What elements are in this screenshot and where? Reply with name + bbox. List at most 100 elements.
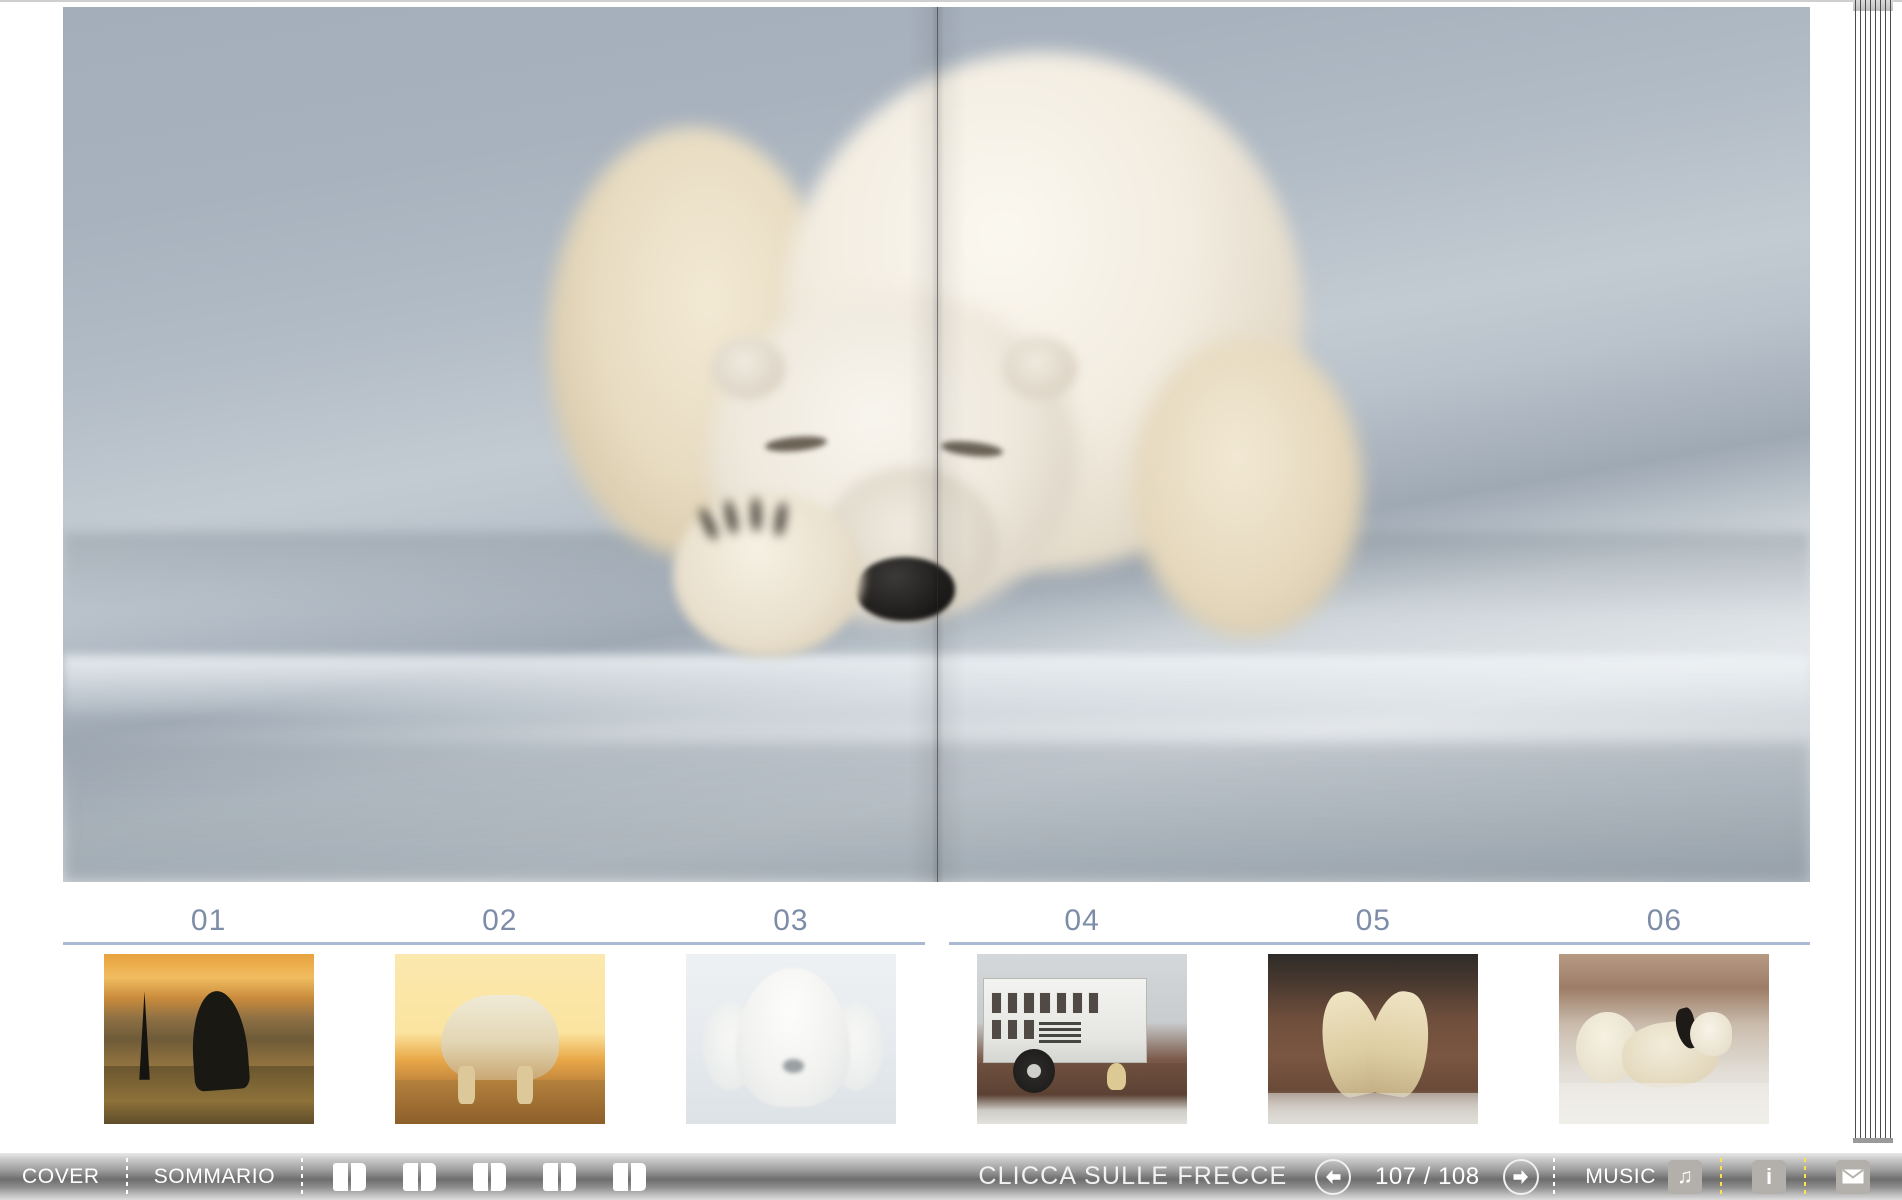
toolbar-separator (301, 1157, 304, 1196)
page-edge (1875, 0, 1876, 1143)
thumbnail-cell-01 (63, 954, 354, 1143)
page-spread-icon-2[interactable] (403, 1162, 437, 1191)
bear-claw (723, 499, 739, 535)
thumbnail-tundra-buggy (983, 977, 1148, 1063)
bottom-toolbar: COVER SOMMARIO CLICCA SULLE FRECCE 107 /… (0, 1153, 1902, 1200)
thumbnail-window (1039, 992, 1051, 1014)
thumbnail-bear-silhouette (188, 989, 250, 1092)
index-number-row: 01 02 03 04 05 06 (63, 882, 1810, 944)
page-edge-foot (1853, 1138, 1893, 1143)
thumbnail-window (1071, 992, 1084, 1014)
info-glyph: i (1765, 1163, 1773, 1189)
index-rule-left (63, 942, 925, 945)
thumbnail-wheel (1012, 1049, 1055, 1094)
page-edge (1880, 0, 1881, 1143)
thumbnail-cell-04 (937, 954, 1228, 1143)
arrow-left-icon[interactable] (1315, 1158, 1352, 1195)
bear-front-paw (673, 492, 863, 657)
summary-button[interactable]: SOMMARIO (132, 1165, 297, 1189)
thumbnail-window (1007, 1018, 1019, 1041)
page-edge-cap (1853, 0, 1893, 11)
thumbnail-ground (977, 1062, 1188, 1124)
page-edge (1890, 0, 1891, 1143)
index-number-01[interactable]: 01 (63, 882, 354, 944)
info-group: i (1726, 1159, 1800, 1194)
thumbnail-snow (1268, 1093, 1479, 1124)
toolbar-separator-accent (1720, 1157, 1722, 1196)
mail-icon[interactable] (1836, 1159, 1870, 1194)
bear-claw (697, 506, 720, 541)
bear-claw (751, 496, 762, 532)
thumbnail-sleeping-bear (736, 967, 850, 1107)
page-spread-icon-5[interactable] (613, 1162, 647, 1191)
arrow-right-icon[interactable] (1503, 1158, 1540, 1195)
toolbar-separator-accent (1804, 1157, 1806, 1196)
page-fold-line (936, 7, 938, 882)
bear-rear-leg (1133, 337, 1363, 637)
thumbnail-cell-05 (1228, 954, 1519, 1143)
flipbook-viewer: 01 02 03 04 05 06 COVER SOMMARIO CLICCA … (0, 0, 1902, 1200)
thumbnail-snow (1559, 1083, 1770, 1124)
thumbnail-02[interactable] (394, 954, 605, 1124)
page-spread-icon-3[interactable] (473, 1162, 507, 1191)
index-number-05[interactable]: 05 (1228, 882, 1519, 944)
toolbar-separator (125, 1157, 128, 1196)
thumbnail-buggy-logo (1039, 1021, 1082, 1044)
music-label: MUSIC (1585, 1164, 1656, 1188)
thumbnail-bear-leg (516, 1066, 534, 1104)
thumbnail-06[interactable] (1559, 954, 1770, 1124)
thumbnail-bear-cub (1107, 1062, 1127, 1090)
thumbnail-bear-head (1689, 1011, 1732, 1056)
music-note-glyph: ♫ (1677, 1165, 1693, 1188)
thumbnail-cell-06 (1519, 954, 1810, 1143)
thumbnail-window (1023, 1018, 1035, 1041)
page-spread-icon-4[interactable] (543, 1162, 577, 1191)
thumbnail-01[interactable] (103, 954, 314, 1124)
index-number-02[interactable]: 02 (354, 882, 645, 944)
thumbnail-cell-02 (354, 954, 645, 1143)
thumbnail-05[interactable] (1268, 954, 1479, 1124)
spread-shortcut-group (307, 1162, 673, 1191)
music-group: MUSIC ♫ (1559, 1159, 1716, 1194)
thumbnail-cell-03 (645, 954, 936, 1143)
book-spread[interactable]: 01 02 03 04 05 06 (63, 2, 1810, 1143)
info-icon[interactable]: i (1752, 1159, 1786, 1194)
page-edge (1870, 0, 1871, 1143)
mail-group (1810, 1159, 1884, 1194)
index-rule-right (949, 942, 1810, 945)
thumbnail-bear-leg (457, 1066, 475, 1104)
thumbnail-bear-b (1360, 987, 1437, 1102)
bear-ear-right (1003, 337, 1077, 399)
thumbnail-ground (394, 1079, 605, 1124)
thumbnail-index-strip: 01 02 03 04 05 06 (63, 882, 1810, 1143)
page-edge (1860, 0, 1861, 1143)
music-note-icon[interactable]: ♫ (1668, 1159, 1702, 1194)
click-arrows-hint: CLICCA SULLE FRECCE (978, 1162, 1288, 1190)
thumbnail-03[interactable] (685, 954, 896, 1124)
bear-ear-left (711, 337, 785, 399)
page-edge (1855, 0, 1856, 1143)
page-navigation-group: 107 / 108 (1305, 1158, 1549, 1195)
index-number-06[interactable]: 06 (1519, 882, 1810, 944)
thumbnail-window (1087, 992, 1100, 1014)
thumbnail-window (1023, 992, 1035, 1014)
hero-photo[interactable] (63, 7, 1810, 882)
stacked-page-edges[interactable] (1853, 0, 1893, 1143)
page-edge (1885, 0, 1886, 1143)
thumbnail-window (990, 992, 1003, 1014)
index-number-04[interactable]: 04 (937, 882, 1228, 944)
toolbar-separator (1553, 1157, 1556, 1196)
thumbnail-bear-nose (782, 1059, 804, 1073)
thumbnail-row (63, 954, 1810, 1143)
index-number-03[interactable]: 03 (645, 882, 936, 944)
thumbnail-window (990, 1018, 1003, 1041)
page-edge (1865, 0, 1866, 1143)
thumbnail-window (1007, 992, 1019, 1014)
thumbnail-tree (139, 991, 150, 1080)
thumbnail-04[interactable] (977, 954, 1188, 1124)
thumbnail-window (1055, 992, 1067, 1014)
bear-claw (773, 501, 788, 537)
page-indicator: 107 / 108 (1375, 1162, 1480, 1190)
cover-button[interactable]: COVER (0, 1165, 122, 1189)
page-spread-icon-1[interactable] (333, 1162, 367, 1191)
